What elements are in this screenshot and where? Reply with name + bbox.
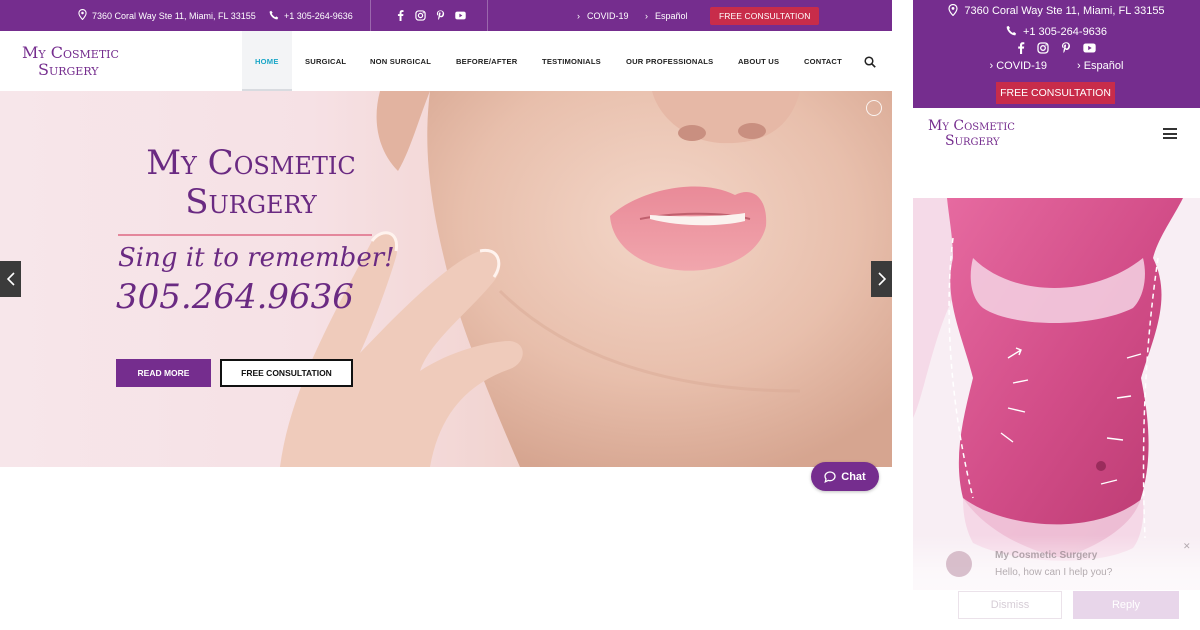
chat-widget-button[interactable]: Chat [811,462,879,491]
covid-label: COVID-19 [587,10,629,21]
mobile-hero-image [913,198,1200,590]
espanol-link[interactable]: › Español [645,0,688,31]
nav-our-professionals[interactable]: OUR PROFESSIONALS [626,57,713,66]
location-pin-icon [78,9,87,22]
location-pin-icon [948,3,959,19]
nav-about-us[interactable]: ABOUT US [738,57,779,66]
topbar-consultation-wrap: FREE CONSULTATION [710,0,820,31]
chevron-right-icon: › [645,10,648,21]
mobile-logo-line-1: My Cosmetic [928,118,1015,134]
mobile-phone-link[interactable]: +1 305-264-9636 [913,25,1200,39]
slider-prev-button[interactable] [0,261,21,297]
dismiss-button[interactable]: Dismiss [958,591,1062,619]
logo-line-2: Surgery [38,60,99,79]
mobile-covid-link[interactable]: › COVID-19 [990,60,1047,72]
desktop-view: 7360 Coral Way Ste 11, Miami, FL 33155 +… [0,0,892,630]
main-navigation: My Cosmetic Surgery HOME SURGICAL NON SU… [0,31,892,91]
pinterest-icon[interactable] [435,10,446,21]
mobile-top-bar: 7360 Coral Way Ste 11, Miami, FL 33155 +… [913,0,1200,108]
facebook-icon[interactable] [1017,41,1025,57]
covid-link[interactable]: › COVID-19 [577,0,629,31]
social-links [395,0,466,31]
menu-hamburger-icon[interactable] [1163,128,1177,139]
mobile-covid-label: COVID-19 [996,60,1047,72]
chat-message: Hello, how can I help you? [995,567,1113,578]
mobile-free-consultation-button[interactable]: FREE CONSULTATION [996,82,1115,104]
free-consultation-button[interactable]: FREE CONSULTATION [710,6,820,25]
chevron-right-icon [877,272,886,286]
nav-testimonials[interactable]: TESTIMONIALS [542,57,601,66]
reply-button[interactable]: Reply [1073,591,1179,619]
phone-text: +1 305-264-9636 [284,10,353,21]
chat-sender-name: My Cosmetic Surgery [995,550,1098,561]
mobile-address-link[interactable]: 7360 Coral Way Ste 11, Miami, FL 33155 [913,3,1200,19]
chevron-right-icon: › [1076,60,1084,72]
hero-phone[interactable]: 305.264.9636 [116,277,354,317]
phone-icon [269,10,279,22]
topbar-divider [487,0,488,31]
mobile-phone-text: +1 305-264-9636 [1022,26,1108,38]
mobile-address-text: 7360 Coral Way Ste 11, Miami, FL 33155 [964,5,1165,17]
mobile-view: 7360 Coral Way Ste 11, Miami, FL 33155 +… [913,0,1200,630]
slider-progress-icon [866,100,882,116]
mobile-chat-popup: My Cosmetic Surgery Hello, how can I hel… [913,535,1200,630]
chat-bubble-icon [824,470,836,483]
read-more-button[interactable]: READ MORE [116,359,211,387]
top-info-bar: 7360 Coral Way Ste 11, Miami, FL 33155 +… [0,0,892,31]
phone-link[interactable]: +1 305-264-9636 [269,0,353,31]
slider-next-button[interactable] [871,261,892,297]
instagram-icon[interactable] [1037,41,1049,57]
mobile-header: My Cosmetic Surgery [913,108,1200,198]
chat-label: Chat [841,470,866,483]
nav-non-surgical[interactable]: NON SURGICAL [370,57,431,66]
hero-free-consultation-button[interactable]: FREE CONSULTATION [220,359,353,387]
address-link[interactable]: 7360 Coral Way Ste 11, Miami, FL 33155 [78,0,256,31]
nav-before-after[interactable]: BEFORE/AFTER [456,57,517,66]
hero-slider: My Cosmetic Surgery Sing it to remember!… [0,91,892,467]
nav-home[interactable]: HOME [255,57,279,66]
address-text: 7360 Coral Way Ste 11, Miami, FL 33155 [92,10,256,21]
hero-tagline: Sing it to remember! [118,243,395,273]
chevron-right-icon: › [577,10,580,21]
mobile-site-logo[interactable]: My Cosmetic Surgery [928,119,1015,148]
topbar-divider [370,0,371,31]
mobile-social-links [913,41,1200,57]
pinterest-icon[interactable] [1061,41,1071,57]
mobile-espanol-link[interactable]: › Español [1077,60,1124,72]
screenshot-composite: 7360 Coral Way Ste 11, Miami, FL 33155 +… [0,0,1200,630]
body-contour-image [913,198,1200,590]
youtube-icon[interactable] [455,10,466,21]
site-logo[interactable]: My Cosmetic Surgery [22,45,119,78]
hero-title-line-1: My Cosmetic [146,143,356,183]
mobile-secondary-links: › COVID-19 › Español [913,59,1200,73]
avatar [946,551,972,577]
hero-title: My Cosmetic Surgery [116,144,386,222]
nav-contact[interactable]: CONTACT [804,57,842,66]
phone-icon [1006,25,1017,39]
close-icon[interactable]: ✕ [1183,541,1191,552]
mobile-espanol-label: Español [1083,60,1124,72]
logo-line-1: My Cosmetic [22,43,119,62]
search-icon[interactable] [864,55,876,68]
chevron-left-icon [6,272,15,286]
facebook-icon[interactable] [395,10,406,21]
espanol-label: Español [655,10,688,21]
nav-surgical[interactable]: SURGICAL [305,57,346,66]
hero-divider [118,234,372,236]
youtube-icon[interactable] [1083,42,1096,56]
mobile-logo-line-2: Surgery [945,133,1000,149]
hero-title-line-2: Surgery [185,182,317,222]
instagram-icon[interactable] [415,10,426,21]
